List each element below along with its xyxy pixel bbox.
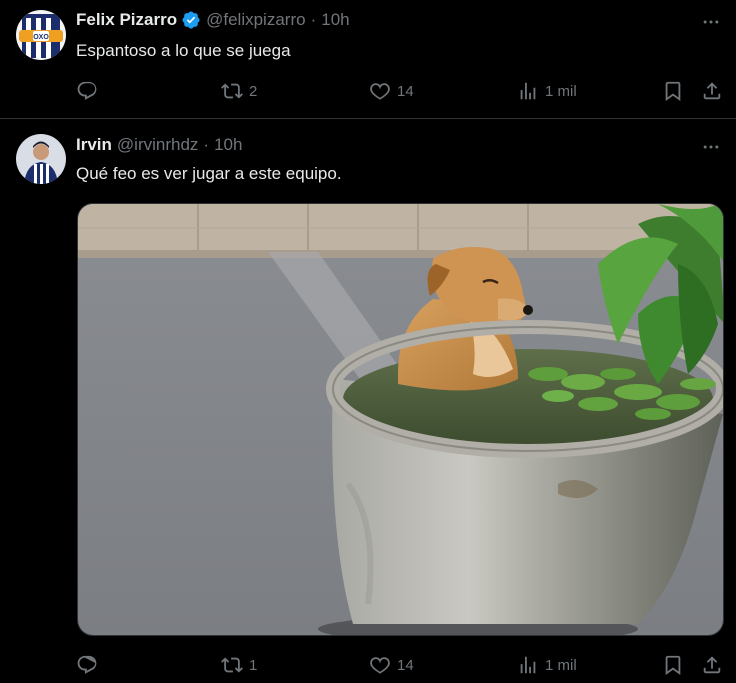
reply-icon — [77, 81, 97, 100]
author-name[interactable]: Felix Pizarro — [76, 10, 177, 30]
reply-button[interactable] — [76, 651, 104, 679]
avatar[interactable]: OXO — [16, 10, 66, 60]
heart-icon — [370, 83, 390, 100]
avatar-image — [16, 134, 66, 184]
tweet-1[interactable]: OXO Felix Pizarro @felixpizarro · 10h Es… — [0, 0, 736, 118]
tweet-text: Qué feo es ver jugar a este equipo. — [76, 164, 342, 183]
views-button[interactable]: 1 mil — [517, 77, 577, 105]
author-handle[interactable]: @irvinrhdz — [117, 135, 199, 155]
like-count: 14 — [397, 656, 414, 674]
reply-button[interactable] — [76, 77, 104, 105]
reply-icon — [77, 655, 97, 674]
views-count: 1 mil — [545, 82, 577, 100]
author-handle[interactable]: @felixpizarro — [206, 10, 305, 30]
tweet-header: Irvin @irvinrhdz · 10h — [76, 135, 242, 155]
separator-dot: · — [310, 10, 317, 29]
views-count: 1 mil — [545, 656, 577, 674]
like-button[interactable]: 14 — [369, 651, 414, 679]
tweet-actions: 1 14 1 mil — [0, 651, 736, 679]
share-button[interactable] — [701, 77, 723, 105]
verified-badge-icon — [181, 10, 201, 30]
like-count: 14 — [397, 82, 414, 100]
retweet-icon — [221, 657, 243, 673]
bookmark-icon — [665, 655, 681, 676]
tweet-actions: 2 14 1 mil — [0, 77, 736, 105]
heart-icon — [370, 657, 390, 674]
avatar[interactable] — [16, 134, 66, 184]
views-button[interactable]: 1 mil — [517, 651, 577, 679]
tweet-time[interactable]: 10h — [321, 10, 349, 30]
more-icon[interactable] — [700, 136, 722, 158]
svg-text:OXO: OXO — [33, 34, 49, 41]
tweet-media-image[interactable] — [77, 203, 724, 636]
retweet-button[interactable]: 2 — [221, 77, 257, 105]
more-icon[interactable] — [700, 11, 722, 33]
bookmark-button[interactable] — [662, 651, 684, 679]
tweet-header: Felix Pizarro @felixpizarro · 10h — [76, 10, 350, 30]
retweet-icon — [221, 83, 243, 99]
bookmark-button[interactable] — [662, 77, 684, 105]
retweet-count: 2 — [249, 82, 258, 100]
share-icon — [703, 656, 721, 674]
separator-dot: · — [203, 135, 210, 154]
bookmark-icon — [665, 81, 681, 102]
views-icon — [520, 656, 536, 674]
tweet-time[interactable]: 10h — [214, 135, 242, 155]
tweet-text: Espantoso a lo que se juega — [76, 41, 291, 60]
share-icon — [703, 82, 721, 100]
share-button[interactable] — [701, 651, 723, 679]
retweet-count: 1 — [249, 656, 258, 674]
author-name[interactable]: Irvin — [76, 135, 112, 155]
dog-planter-photo — [78, 204, 723, 635]
like-button[interactable]: 14 — [369, 77, 414, 105]
views-icon — [520, 82, 536, 100]
avatar-image: OXO — [16, 10, 66, 60]
tweet-2[interactable]: Irvin @irvinrhdz · 10h Qué feo es ver ju… — [0, 119, 736, 683]
retweet-button[interactable]: 1 — [221, 651, 257, 679]
